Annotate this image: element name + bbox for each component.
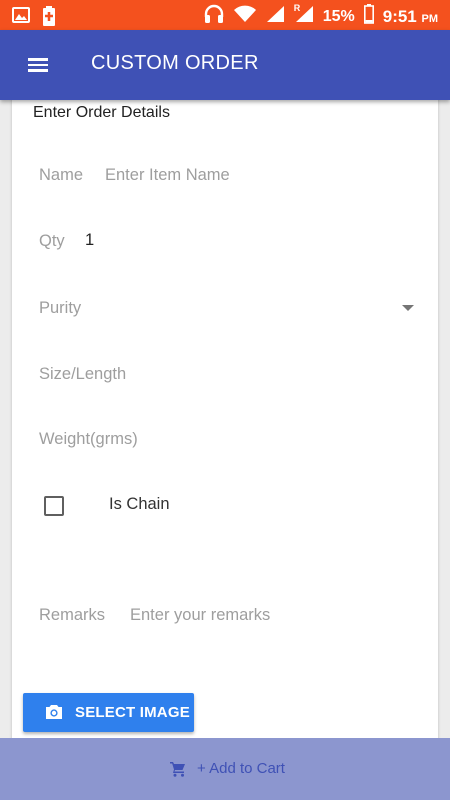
clock: 9:51 PM xyxy=(383,7,438,27)
item-name-input[interactable]: Enter Item Name xyxy=(105,166,230,185)
add-to-cart-label: + Add to Cart xyxy=(197,760,285,777)
signal-roaming-icon: R xyxy=(293,3,314,28)
battery-icon xyxy=(363,4,374,29)
section-title: Enter Order Details xyxy=(33,104,170,121)
select-image-label: SELECT IMAGE xyxy=(75,704,190,721)
status-bar-system: R 15% 9:51 PM xyxy=(203,3,438,29)
headset-icon xyxy=(203,4,225,29)
chevron-down-icon[interactable] xyxy=(402,305,414,311)
purity-dropdown[interactable]: Purity xyxy=(39,299,81,318)
wifi-icon xyxy=(233,5,256,28)
select-image-button[interactable]: SELECT IMAGE xyxy=(23,693,194,732)
signal-icon xyxy=(265,5,285,28)
battery-percent: 15% xyxy=(322,7,355,25)
roaming-badge: R xyxy=(293,3,301,13)
weight-input[interactable]: Weight(grms) xyxy=(39,430,138,449)
page-title: CUSTOM ORDER xyxy=(91,52,259,74)
add-to-cart-button[interactable]: + Add to Cart xyxy=(0,738,450,800)
qty-input[interactable]: 1 xyxy=(85,231,94,250)
size-length-input[interactable]: Size/Length xyxy=(39,365,126,384)
camera-icon xyxy=(45,704,63,724)
is-chain-label: Is Chain xyxy=(109,495,170,513)
qty-label: Qty xyxy=(39,232,65,250)
clock-time: 9:51 xyxy=(382,6,417,26)
status-bar-notifications xyxy=(12,6,56,31)
status-bar: R 15% 9:51 PM xyxy=(0,0,450,30)
image-notification-icon xyxy=(12,6,30,31)
name-label: Name xyxy=(39,166,84,184)
clock-ampm: PM xyxy=(421,12,439,25)
cart-icon xyxy=(170,761,186,782)
app-bar: CUSTOM ORDER xyxy=(0,30,450,100)
is-chain-checkbox[interactable] xyxy=(44,496,64,516)
menu-icon[interactable] xyxy=(28,55,52,75)
remarks-label: Remarks xyxy=(39,606,106,624)
remarks-input[interactable]: Enter your remarks xyxy=(130,606,270,625)
battery-notification-icon xyxy=(42,6,56,31)
